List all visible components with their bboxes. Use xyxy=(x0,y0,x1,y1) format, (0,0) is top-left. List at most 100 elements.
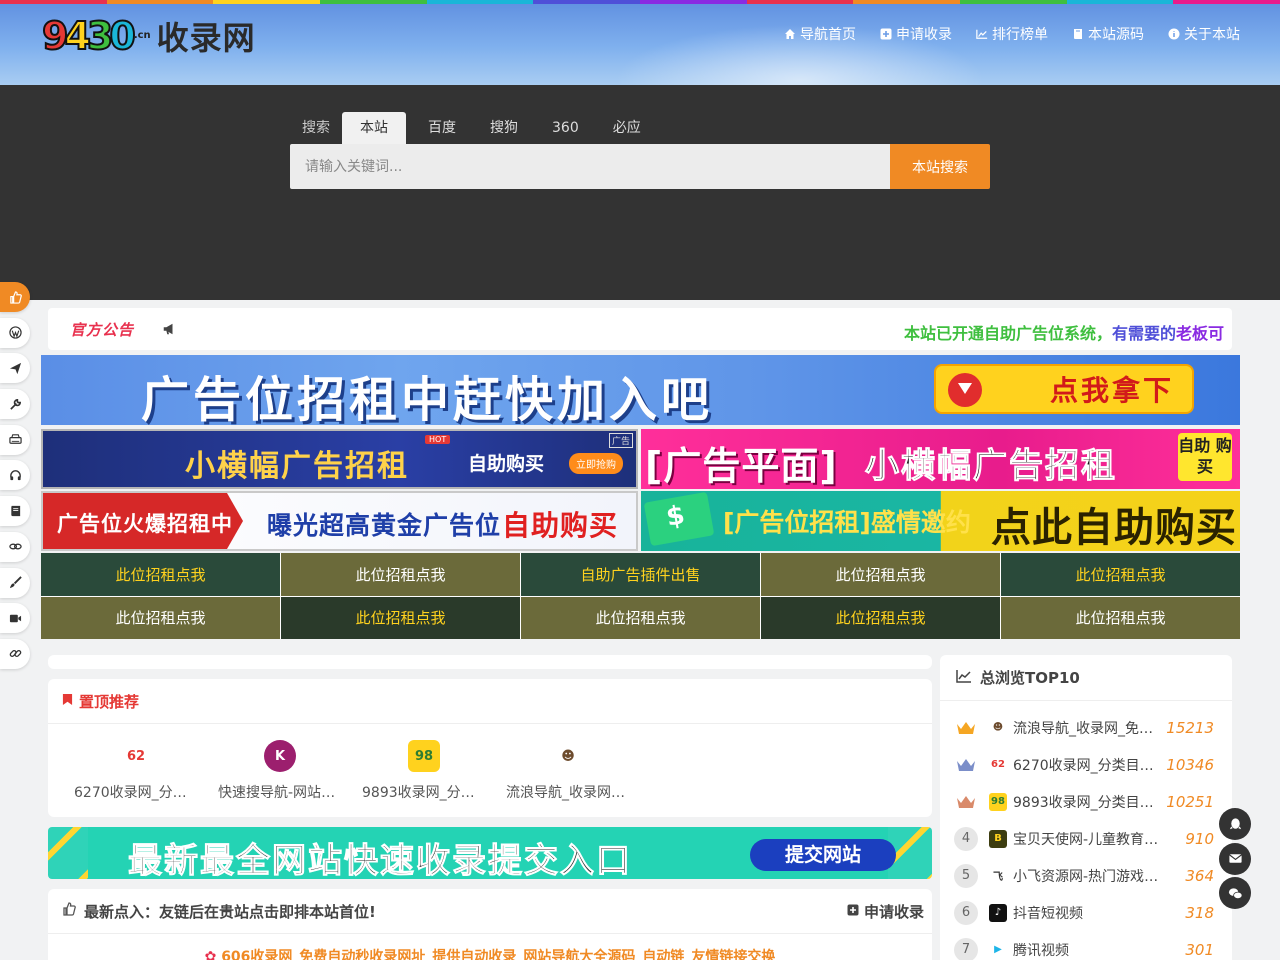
video-tool[interactable] xyxy=(0,603,30,634)
logo-text: 收录网 xyxy=(156,19,256,57)
paper-plane-icon xyxy=(9,362,21,374)
submit-site-button[interactable]: 提交网站 xyxy=(750,839,896,871)
thumbs-up-icon xyxy=(62,902,76,920)
top10-row[interactable]: 98 9893收录网_分类目录网站10251 xyxy=(954,783,1214,820)
ad-banner-button[interactable]: 点我拿下 xyxy=(934,364,1194,414)
announcement-bar: 官方公告 本站已开通自助广告位系统，有需要的老板可 xyxy=(48,308,1232,350)
top10-site-name: 小飞资源网-热门游戏免费下载 xyxy=(1013,868,1163,885)
search-tab-baidu[interactable]: 百度 xyxy=(416,112,468,144)
wordpress-icon xyxy=(8,326,22,339)
recommend-item[interactable]: K 快速搜导航-网站收录 xyxy=(208,740,352,802)
top10-view-count: 301 xyxy=(1185,940,1214,959)
site-logo-icon: 98 xyxy=(989,792,1007,811)
rank-number: 4 xyxy=(954,826,978,851)
ad-link-cell[interactable]: 此位招租点我 xyxy=(41,553,280,596)
ad-banner-small-4[interactable]: [广告位招租]盛情邀约 点此自助购买 xyxy=(641,491,1240,551)
ad-banner-small-3[interactable]: 广告位火爆招租中 曝光超高黄金广告位 自助购买 xyxy=(41,491,638,551)
logo-digit: 0 xyxy=(108,14,137,58)
ad-banner-subtext: 自助购买 xyxy=(468,453,545,475)
logo-digit: 9 xyxy=(41,14,70,58)
site-logo-icon: ☻ xyxy=(552,740,584,772)
ad-banner-small-2[interactable]: [广告平面] 小横幅广告招租 自助 购买 xyxy=(641,429,1240,489)
wrench-tool[interactable] xyxy=(0,389,30,420)
ad-banner-button[interactable]: 立即抢购 xyxy=(569,453,623,474)
ad-banner-main[interactable]: 广告位招租中赶快加入吧 点我拿下 xyxy=(41,355,1240,425)
qq-button[interactable] xyxy=(1219,808,1251,840)
top10-list: ☻ 流浪导航_收录网_免费收录15213 62 6270收录网_分类目录网站10346… xyxy=(940,701,1232,960)
ad-banner-small-1[interactable]: 小横幅广告招租 HOT 自助购买 立即抢购 广告 xyxy=(41,429,638,489)
brush-tool[interactable] xyxy=(0,567,30,598)
search-tab-bing[interactable]: 必应 xyxy=(601,112,653,144)
plus-square-icon xyxy=(847,902,859,920)
ad-label: 广告 xyxy=(608,433,633,448)
top10-row[interactable]: ☻ 流浪导航_收录网_免费收录15213 xyxy=(954,709,1214,746)
nav-ranking[interactable]: 排行榜单 xyxy=(976,24,1048,44)
color-strip-segment xyxy=(213,0,321,4)
top10-row[interactable]: 4B 宝贝天使网-儿童教育资源网 910 xyxy=(954,820,1214,857)
panel-header: 最新点入：友链后在贵站点击即排本站首位! 申请收录 xyxy=(48,889,932,934)
nav-source[interactable]: 本站源码 xyxy=(1072,24,1144,44)
top10-view-count: 910 xyxy=(1185,829,1214,848)
ad-link-cell[interactable]: 此位招租点我 xyxy=(761,596,1000,639)
wordpress-tool[interactable] xyxy=(0,317,30,348)
header: 9 4 3 0 .cn 收录网 导航首页 申请收录 排行榜单 本站源码 关于本站 xyxy=(0,0,1280,85)
chain-tool[interactable] xyxy=(0,638,30,669)
headphones-tool[interactable] xyxy=(0,460,30,491)
latest-site-link[interactable]: ✿ 606收录网_免费自动秒收录网址_提供自动收录_网站导航大全源码_自动链_友… xyxy=(48,934,932,960)
ad-link-cell[interactable]: 此位招租点我 xyxy=(281,553,520,596)
recommend-item[interactable]: 62 6270收录网_分类目录 xyxy=(64,740,208,802)
book-tool[interactable] xyxy=(0,496,30,527)
wechat-button[interactable] xyxy=(1219,877,1251,909)
submit-site-banner[interactable]: 最新最全网站快速收录提交入口 提交网站 xyxy=(48,827,932,879)
search-label: 搜索 xyxy=(302,120,330,136)
search-tab-sogou[interactable]: 搜狗 xyxy=(478,112,530,144)
ad-banner-text: 广告位火爆招租中 xyxy=(57,512,233,536)
top10-row[interactable]: 6 ♪ 抖音短视频 318 xyxy=(954,894,1214,931)
send-tool[interactable] xyxy=(0,353,30,384)
ad-link-cell[interactable]: 此位招租点我 xyxy=(281,596,520,639)
top10-panel: 总浏览TOP10 ☻ 流浪导航_收录网_免费收录15213 62 6270收录网_分类… xyxy=(940,655,1232,960)
submit-banner-text: 最新最全网站快速收录提交入口 xyxy=(128,841,632,880)
site-logo-icon: 飞 xyxy=(989,866,1007,885)
announcement-part: 老板可 xyxy=(1175,324,1224,343)
site-logo[interactable]: 9 4 3 0 .cn 收录网 xyxy=(41,14,256,58)
site-logo-icon: ▶ xyxy=(989,940,1007,959)
nav-label: 导航首页 xyxy=(800,27,856,43)
top10-row[interactable]: 5飞小飞资源网-热门游戏免费下载 364 xyxy=(954,857,1214,894)
top10-view-count: 10346 xyxy=(1166,755,1214,774)
crown-icon xyxy=(954,754,978,776)
mail-button[interactable] xyxy=(1219,842,1251,875)
recommend-item[interactable]: ☻ 流浪导航_收录网_免费 xyxy=(496,740,640,802)
link-tool[interactable] xyxy=(0,531,30,562)
ad-banner-text: [广告位招租]盛情邀约 xyxy=(723,508,971,537)
search-button[interactable]: 本站搜索 xyxy=(890,144,990,189)
printer-tool[interactable] xyxy=(0,424,30,455)
top10-row[interactable]: 62 6270收录网_分类目录网站10346 xyxy=(954,746,1214,783)
recommend-item[interactable]: 98 9893收录网_分类目录 xyxy=(352,740,496,802)
nav-apply[interactable]: 申请收录 xyxy=(880,24,952,44)
site-logo-icon: 62 xyxy=(120,740,152,772)
ad-link-cell[interactable]: 此位招租点我 xyxy=(1001,553,1240,596)
panel-title: 总浏览TOP10 xyxy=(980,669,1080,687)
logo-digit: 4 xyxy=(63,14,92,58)
nav-about[interactable]: 关于本站 xyxy=(1168,24,1240,44)
apply-link[interactable]: 申请收录 xyxy=(847,901,924,922)
announcement-text[interactable]: 本站已开通自助广告位系统，有需要的老板可 xyxy=(904,320,1224,344)
thumbs-up-icon xyxy=(9,290,22,304)
top10-row[interactable]: 7 ▶ 腾讯视频 301 xyxy=(954,931,1214,960)
ad-banner-button-label: 点我拿下 xyxy=(1049,374,1174,407)
ad-link-cell[interactable]: 此位招租点我 xyxy=(521,596,760,639)
ad-link-cell[interactable]: 自助广告插件出售 xyxy=(521,553,760,596)
thumbs-up-tool[interactable] xyxy=(0,282,30,312)
ad-link-cell[interactable]: 此位招租点我 xyxy=(41,596,280,639)
color-strip-segment xyxy=(106,0,214,4)
ad-link-cell[interactable]: 此位招租点我 xyxy=(1001,596,1240,639)
search-tab-site[interactable]: 本站 xyxy=(342,112,406,144)
ad-link-cell[interactable]: 此位招租点我 xyxy=(761,553,1000,596)
nav-home[interactable]: 导航首页 xyxy=(784,24,856,44)
search-input[interactable] xyxy=(290,144,890,189)
color-strip-segment xyxy=(960,0,1067,4)
site-logo-icon: 62 xyxy=(989,755,1007,774)
megaphone-icon xyxy=(162,321,178,337)
search-tab-360[interactable]: 360 xyxy=(540,112,591,144)
